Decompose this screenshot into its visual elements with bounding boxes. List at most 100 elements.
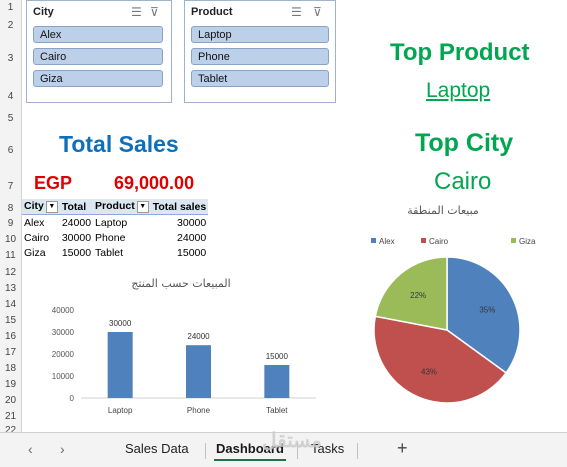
total-sales-value: 69,000.00: [114, 173, 195, 193]
row-number[interactable]: 10: [0, 234, 21, 245]
cell[interactable]: 15000: [60, 245, 93, 260]
next-sheet-icon[interactable]: ›: [60, 441, 65, 457]
bar: [186, 345, 211, 398]
table-row: Cairo 30000 Phone 24000: [22, 230, 208, 245]
table-row: Giza 15000 Tablet 15000: [22, 245, 208, 260]
cell[interactable]: 24000: [60, 215, 93, 231]
row-number[interactable]: 11: [0, 250, 21, 261]
chart-title: المبيعات حسب المنتج: [131, 277, 230, 290]
tab-separator: [357, 443, 358, 459]
multi-select-icon[interactable]: ☰: [131, 5, 142, 19]
x-tick-label: Phone: [187, 406, 211, 415]
pivot-header-product: Product: [95, 200, 135, 213]
clear-filter-icon[interactable]: ⊽: [150, 5, 159, 19]
data-label: 30000: [109, 319, 132, 328]
legend-swatch: [371, 238, 376, 243]
y-tick-label: 20000: [52, 350, 75, 359]
product-slicer-item[interactable]: Tablet: [191, 70, 329, 87]
watermark-logo: مستقل: [262, 430, 322, 452]
cell[interactable]: Giza: [22, 245, 60, 260]
worksheet[interactable]: 1 2 3 4 5 6 7 8 9 10 11 12 13 14 15 16 1…: [0, 0, 567, 432]
filter-dropdown-icon[interactable]: ▼: [136, 200, 149, 213]
row-headers: 1 2 3 4 5 6 7 8 9 10 11 12 13 14 15 16 1…: [0, 0, 22, 432]
row-number[interactable]: 8: [0, 203, 21, 214]
row-number[interactable]: 7: [0, 181, 21, 192]
row-number[interactable]: 4: [0, 91, 21, 102]
city-slicer[interactable]: City ☰ ⊽ Alex Cairo Giza: [26, 0, 172, 103]
y-tick-label: 10000: [52, 372, 75, 381]
total-sales-label: Total Sales: [59, 131, 179, 157]
y-tick-label: 40000: [52, 306, 75, 315]
top-product-value: Laptop: [426, 79, 491, 102]
row-number[interactable]: 22: [0, 425, 21, 432]
row-number[interactable]: 12: [0, 267, 21, 278]
prev-sheet-icon[interactable]: ‹: [28, 441, 33, 457]
legend-entry: Giza: [519, 237, 536, 246]
row-number[interactable]: 19: [0, 379, 21, 390]
legend-entry: Alex: [379, 237, 395, 246]
filter-dropdown-icon[interactable]: ▼: [45, 200, 58, 213]
y-tick-label: 0: [70, 394, 75, 403]
row-number[interactable]: 5: [0, 113, 21, 124]
cell[interactable]: 30000: [60, 230, 93, 245]
row-number[interactable]: 18: [0, 363, 21, 374]
product-slicer-item[interactable]: Phone: [191, 48, 329, 65]
row-number[interactable]: 2: [0, 20, 21, 31]
y-tick-label: 30000: [52, 328, 75, 337]
row-number[interactable]: 21: [0, 411, 21, 422]
row-number[interactable]: 1: [0, 2, 21, 13]
pivot-header-total: Total: [59, 199, 94, 215]
pivot-header-cell[interactable]: Product ▼: [93, 199, 151, 215]
city-slicer-title: City: [33, 6, 54, 18]
city-slicer-item[interactable]: Alex: [33, 26, 163, 43]
add-sheet-icon[interactable]: +: [397, 438, 408, 459]
city-slicer-item[interactable]: Giza: [33, 70, 163, 87]
pivot-table: City ▼ Total Product ▼ Total sales Alex 24…: [22, 199, 209, 260]
slice-label: 35%: [479, 305, 495, 314]
row-number[interactable]: 6: [0, 145, 21, 156]
cell[interactable]: Cairo: [22, 230, 60, 245]
sales-by-product-bar-chart[interactable]: المبيعات حسب المنتج 0 10000 20000 30000 40000…: [36, 270, 326, 430]
cell[interactable]: 30000: [151, 215, 209, 231]
pivot-header-cell[interactable]: City ▼: [22, 199, 60, 215]
x-tick-label: Tablet: [266, 406, 288, 415]
x-tick-label: Laptop: [108, 406, 133, 415]
row-number[interactable]: 17: [0, 347, 21, 358]
data-label: 24000: [187, 332, 210, 341]
row-number[interactable]: 20: [0, 395, 21, 406]
chart-title: مبيعات المنطقة: [407, 204, 479, 217]
product-slicer-item[interactable]: Laptop: [191, 26, 329, 43]
bar: [264, 365, 290, 398]
top-city-value: Cairo: [434, 168, 492, 195]
row-number[interactable]: 15: [0, 315, 21, 326]
pivot-header-total-sales: Total sales: [150, 199, 209, 215]
legend-swatch: [511, 238, 516, 243]
cell[interactable]: Alex: [22, 215, 60, 231]
top-product-label: Top Product: [390, 39, 530, 66]
cell[interactable]: Phone: [93, 230, 151, 245]
cell[interactable]: Tablet: [93, 245, 151, 260]
sales-by-region-pie-chart[interactable]: مبيعات المنطقة Alex Cairo Giza 35% 43% 22%: [358, 196, 548, 410]
cell[interactable]: 24000: [151, 230, 209, 245]
multi-select-icon[interactable]: ☰: [291, 5, 302, 19]
bar: [107, 332, 133, 398]
pivot-header-city: City: [24, 200, 44, 213]
product-slicer-title: Product: [191, 6, 233, 18]
top-city-label: Top City: [415, 129, 514, 157]
row-number[interactable]: 3: [0, 53, 21, 64]
row-number[interactable]: 16: [0, 331, 21, 342]
cell[interactable]: Laptop: [93, 215, 151, 231]
cell[interactable]: 15000: [151, 245, 209, 260]
row-number[interactable]: 14: [0, 299, 21, 310]
legend-entry: Cairo: [429, 237, 449, 246]
city-slicer-item[interactable]: Cairo: [33, 48, 163, 65]
tab-separator: [205, 443, 206, 459]
row-number[interactable]: 9: [0, 218, 21, 229]
table-row: Alex 24000 Laptop 30000: [22, 215, 208, 231]
tab-sales-data[interactable]: Sales Data: [125, 441, 189, 456]
product-slicer[interactable]: Product ☰ ⊽ Laptop Phone Tablet: [184, 0, 336, 103]
legend-swatch: [421, 238, 426, 243]
row-number[interactable]: 13: [0, 283, 21, 294]
data-label: 15000: [266, 352, 289, 361]
clear-filter-icon[interactable]: ⊽: [313, 5, 322, 19]
